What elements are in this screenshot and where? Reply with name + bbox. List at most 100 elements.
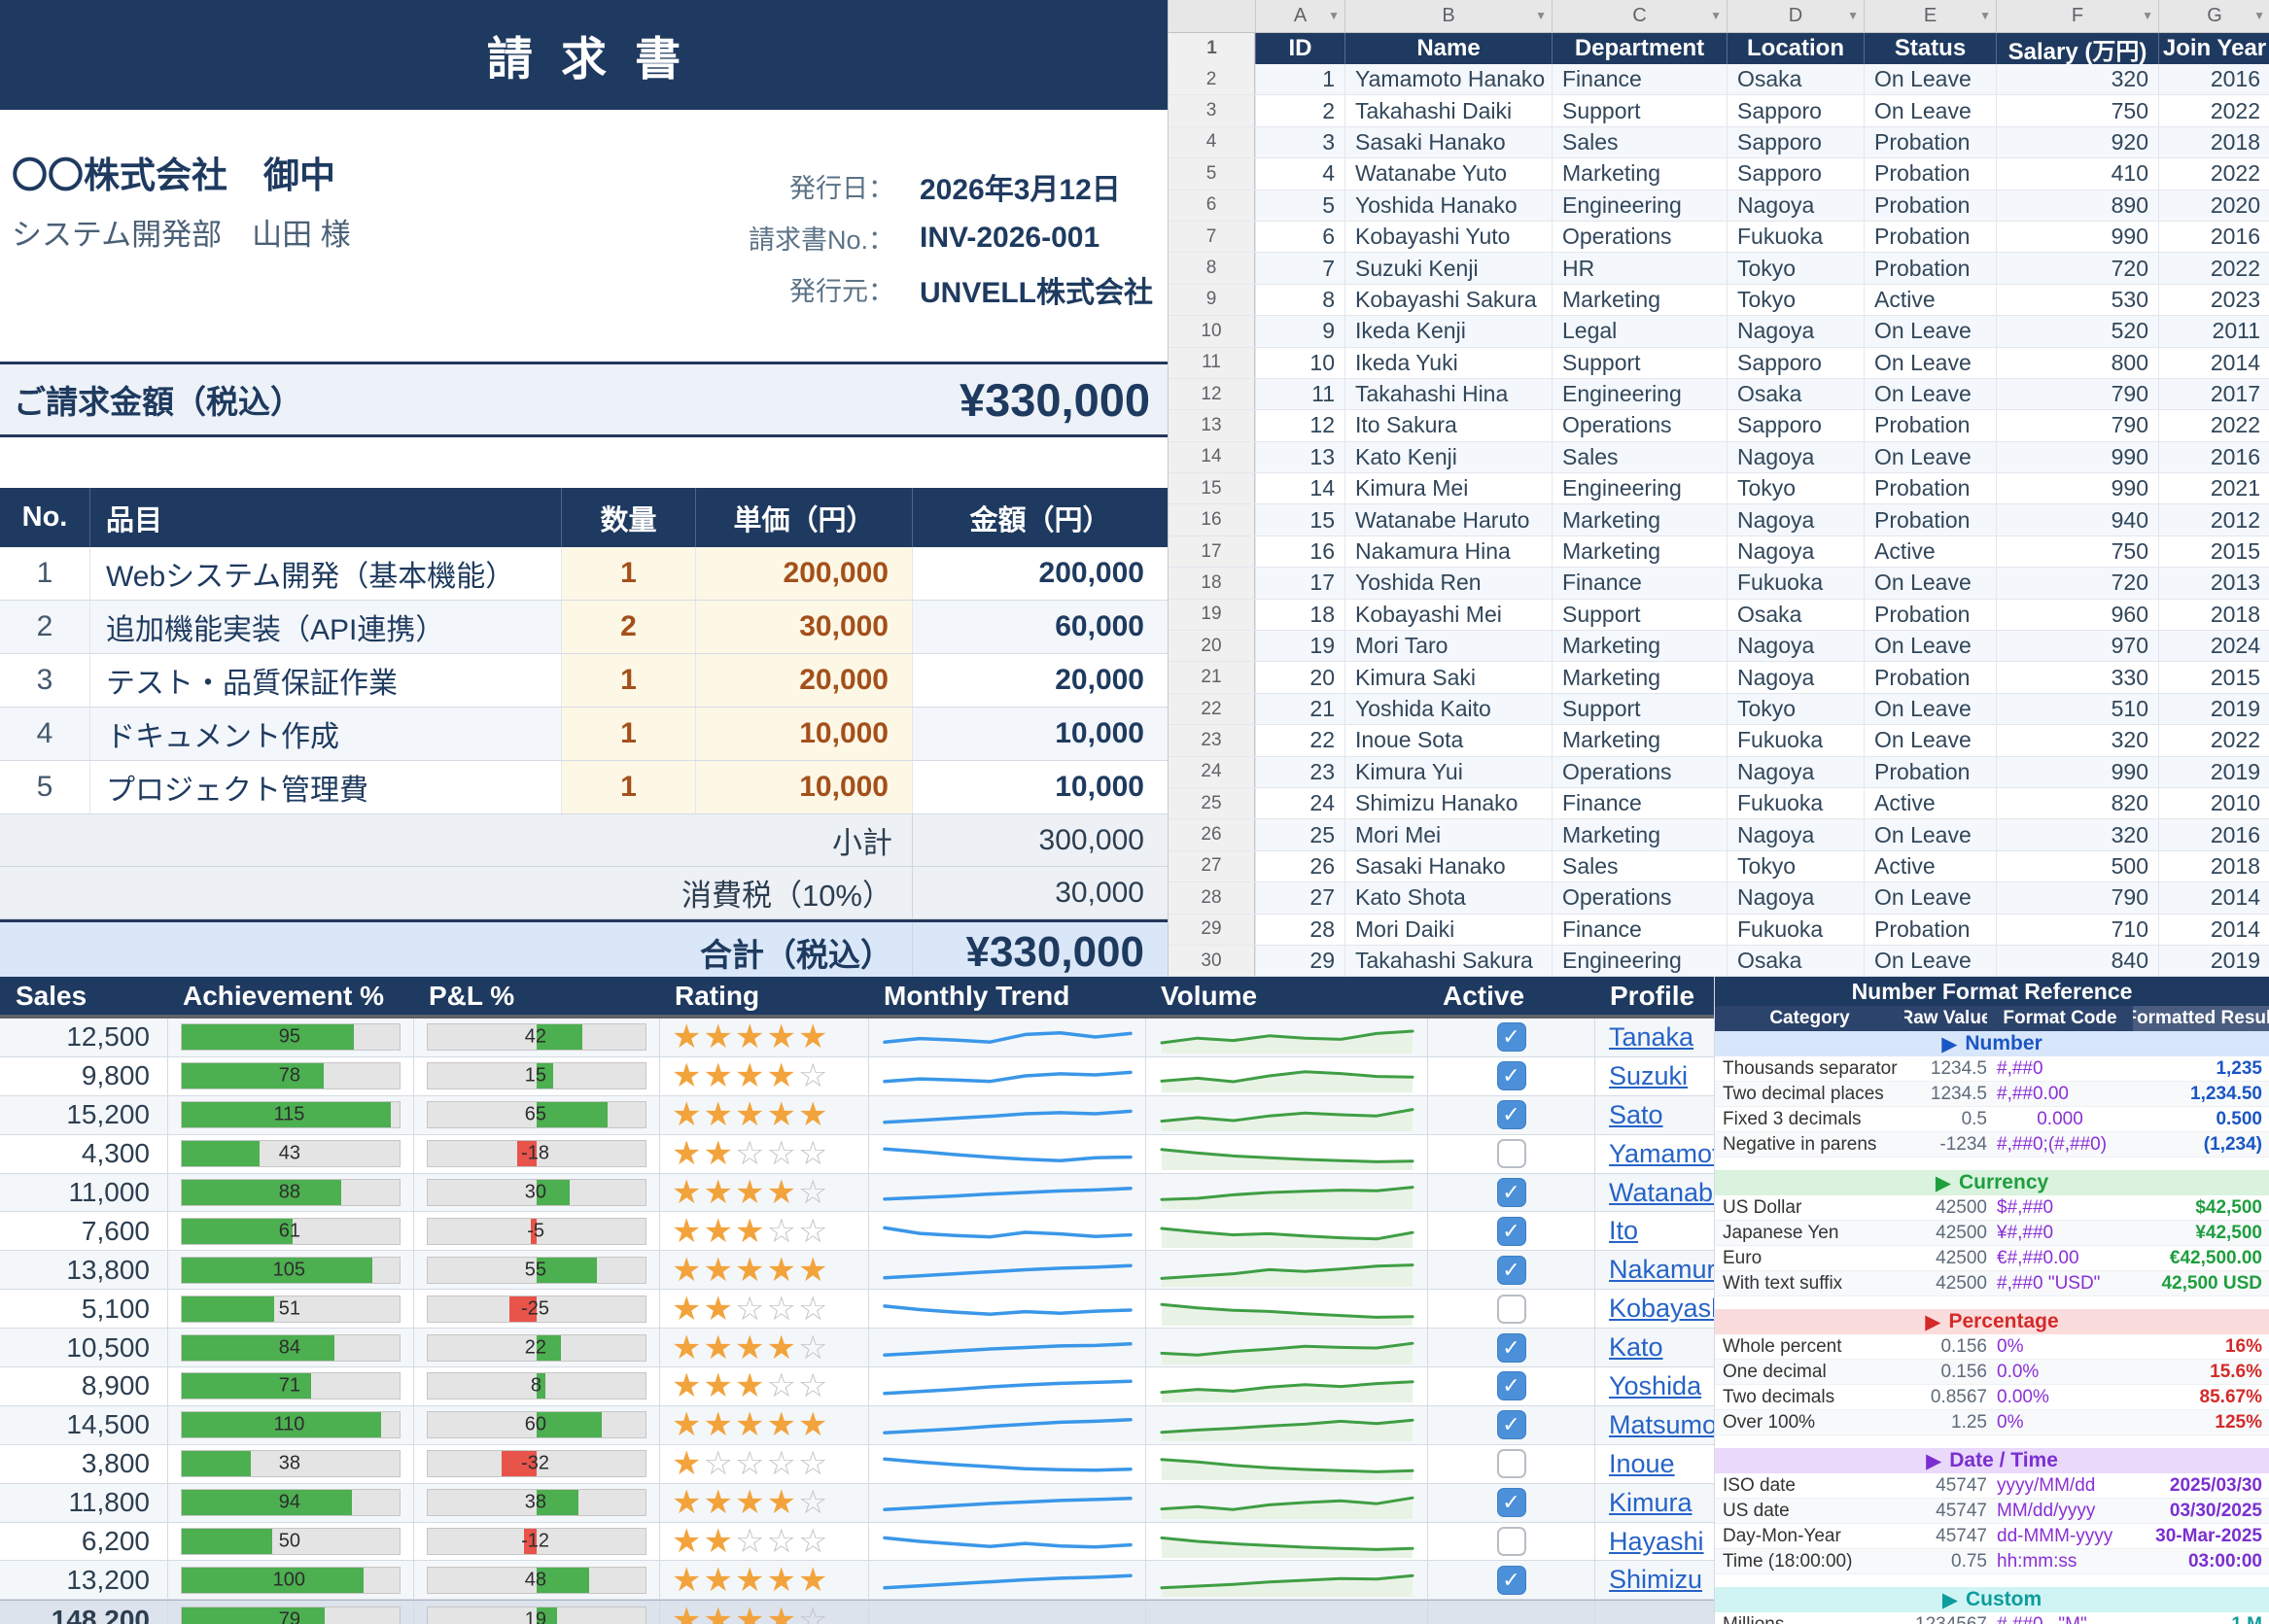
profile-link[interactable]: Inoue xyxy=(1609,1449,1675,1479)
sheet-cell[interactable]: On Leave xyxy=(1864,442,1996,472)
sheet-cell[interactable]: 2016 xyxy=(2158,819,2269,849)
sheet-cell[interactable]: Nakamura Hina xyxy=(1344,536,1552,567)
active-checkbox[interactable] xyxy=(1497,1449,1526,1478)
sheet-cell[interactable]: Marketing xyxy=(1552,504,1727,535)
sheet-cell[interactable]: 2018 xyxy=(2158,127,2269,157)
sheet-cell[interactable]: Fukuoka xyxy=(1727,788,1864,818)
sheet-cell[interactable]: Sapporo xyxy=(1727,158,1864,189)
sheet-cell[interactable]: Probation xyxy=(1864,757,1996,787)
profile-link[interactable]: Yoshida xyxy=(1609,1371,1701,1401)
sheet-cell[interactable]: 2023 xyxy=(2158,285,2269,315)
row-header[interactable]: 23 xyxy=(1169,725,1255,755)
row-header[interactable]: 24 xyxy=(1169,757,1255,787)
sheet-cell[interactable]: Probation xyxy=(1864,504,1996,535)
filter-dropdown-icon[interactable]: ▼ xyxy=(1328,9,1340,22)
sheet-cell[interactable]: Operations xyxy=(1552,410,1727,440)
sheet-cell[interactable]: On Leave xyxy=(1864,64,1996,94)
active-checkbox[interactable]: ✓ xyxy=(1497,1178,1526,1207)
sheet-cell[interactable]: 19 xyxy=(1255,631,1344,661)
column-letter[interactable]: G▼ xyxy=(2158,0,2269,32)
sheet-cell[interactable]: 330 xyxy=(1996,662,2158,692)
sheet-cell[interactable]: Active xyxy=(1864,851,1996,881)
row-header[interactable]: 27 xyxy=(1169,851,1255,881)
sheet-cell[interactable]: 820 xyxy=(1996,788,2158,818)
sheet-cell[interactable]: 410 xyxy=(1996,158,2158,189)
row-header[interactable]: 7 xyxy=(1169,222,1255,252)
sheet-cell[interactable]: Kato Kenji xyxy=(1344,442,1552,472)
sheet-cell[interactable]: 15 xyxy=(1255,504,1344,535)
sheet-cell[interactable]: 25 xyxy=(1255,819,1344,849)
sheet-cell[interactable]: 2016 xyxy=(2158,222,2269,252)
sheet-cell[interactable]: 990 xyxy=(1996,473,2158,503)
sheet-cell[interactable]: Sapporo xyxy=(1727,410,1864,440)
sheet-cell[interactable]: 2022 xyxy=(2158,410,2269,440)
sheet-cell[interactable]: 3 xyxy=(1255,127,1344,157)
row-header[interactable]: 29 xyxy=(1169,915,1255,945)
profile-link[interactable]: Kobayashi xyxy=(1609,1294,1714,1324)
sheet-cell[interactable]: Support xyxy=(1552,348,1727,378)
sheet-cell[interactable]: Sales xyxy=(1552,127,1727,157)
sheet-cell[interactable]: Support xyxy=(1552,95,1727,125)
sheet-cell[interactable]: Suzuki Kenji xyxy=(1344,253,1552,283)
sheet-cell[interactable]: 990 xyxy=(1996,442,2158,472)
sheet-cell[interactable]: Nagoya xyxy=(1727,316,1864,346)
profile-link[interactable]: Kato xyxy=(1609,1332,1663,1363)
sheet-cell[interactable]: 790 xyxy=(1996,410,2158,440)
sheet-cell[interactable]: Marketing xyxy=(1552,662,1727,692)
sheet-cell[interactable]: 2016 xyxy=(2158,442,2269,472)
profile-link[interactable]: Matsumoto xyxy=(1609,1410,1714,1440)
sheet-cell[interactable]: Nagoya xyxy=(1727,662,1864,692)
sheet-cell[interactable]: On Leave xyxy=(1864,819,1996,849)
sheet-cell[interactable]: Nagoya xyxy=(1727,190,1864,221)
sheet-cell[interactable]: Osaka xyxy=(1727,600,1864,630)
sheet-cell[interactable]: 2010 xyxy=(2158,788,2269,818)
sheet-cell[interactable]: 970 xyxy=(1996,631,2158,661)
sheet-cell[interactable]: Finance xyxy=(1552,915,1727,945)
row-header[interactable]: 15 xyxy=(1169,473,1255,503)
row-header[interactable]: 1 xyxy=(1169,33,1255,64)
sheet-cell[interactable]: Marketing xyxy=(1552,725,1727,755)
filter-dropdown-icon[interactable]: ▼ xyxy=(2142,9,2153,22)
row-header[interactable]: 30 xyxy=(1169,946,1255,976)
column-letter[interactable]: F▼ xyxy=(1996,0,2158,32)
sheet-cell[interactable]: Sasaki Hanako xyxy=(1344,851,1552,881)
sheet-cell[interactable]: 10 xyxy=(1255,348,1344,378)
sheet-cell[interactable]: 8 xyxy=(1255,285,1344,315)
sheet-cell[interactable]: Operations xyxy=(1552,222,1727,252)
sheet-cell[interactable]: 790 xyxy=(1996,379,2158,409)
sheet-cell[interactable]: Active xyxy=(1864,788,1996,818)
sheet-cell[interactable]: Operations xyxy=(1552,882,1727,913)
active-checkbox[interactable]: ✓ xyxy=(1497,1333,1526,1363)
sheet-cell[interactable]: 2016 xyxy=(2158,64,2269,94)
sheet-cell[interactable]: 2021 xyxy=(2158,473,2269,503)
sheet-cell[interactable]: Fukuoka xyxy=(1727,568,1864,598)
sheet-cell[interactable]: On Leave xyxy=(1864,946,1996,976)
sheet-cell[interactable]: Nagoya xyxy=(1727,757,1864,787)
sheet-cell[interactable]: On Leave xyxy=(1864,379,1996,409)
sheet-cell[interactable]: 320 xyxy=(1996,819,2158,849)
sheet-cell[interactable]: Shimizu Hanako xyxy=(1344,788,1552,818)
sheet-cell[interactable]: Inoue Sota xyxy=(1344,725,1552,755)
sheet-cell[interactable]: Nagoya xyxy=(1727,631,1864,661)
sheet-cell[interactable]: Takahashi Daiki xyxy=(1344,95,1552,125)
sheet-cell[interactable]: On Leave xyxy=(1864,568,1996,598)
sheet-cell[interactable]: 990 xyxy=(1996,222,2158,252)
profile-link[interactable]: Watanabe xyxy=(1609,1178,1714,1208)
active-checkbox[interactable]: ✓ xyxy=(1497,1371,1526,1400)
sheet-cell[interactable]: Fukuoka xyxy=(1727,222,1864,252)
sheet-cell[interactable]: 2018 xyxy=(2158,851,2269,881)
sheet-cell[interactable]: Probation xyxy=(1864,222,1996,252)
sheet-cell[interactable]: Probation xyxy=(1864,158,1996,189)
column-letter[interactable]: B▼ xyxy=(1344,0,1552,32)
sheet-cell[interactable]: 2 xyxy=(1255,95,1344,125)
sheet-cell[interactable]: Tokyo xyxy=(1727,851,1864,881)
sheet-cell[interactable]: Marketing xyxy=(1552,536,1727,567)
sheet-cell[interactable]: Fukuoka xyxy=(1727,915,1864,945)
sheet-cell[interactable]: Watanabe Yuto xyxy=(1344,158,1552,189)
row-header[interactable]: 9 xyxy=(1169,285,1255,315)
sheet-cell[interactable]: 2015 xyxy=(2158,536,2269,567)
profile-link[interactable]: Shimizu xyxy=(1609,1565,1702,1595)
sheet-cell[interactable]: Probation xyxy=(1864,127,1996,157)
sheet-cell[interactable]: Kobayashi Sakura xyxy=(1344,285,1552,315)
profile-link[interactable]: Nakamura xyxy=(1609,1255,1714,1285)
